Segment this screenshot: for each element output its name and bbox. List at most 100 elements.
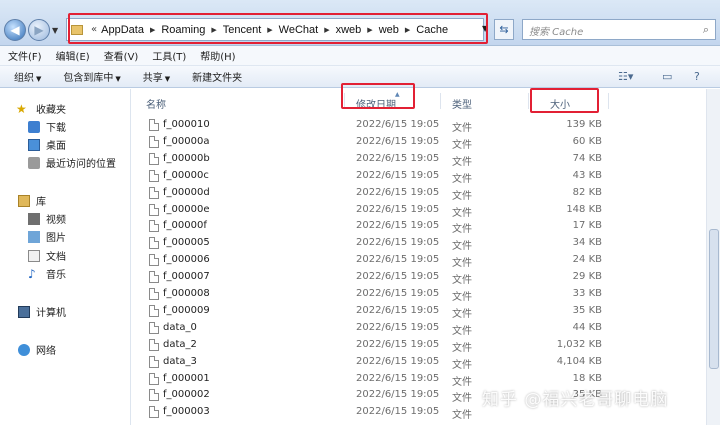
nav-item-label: 桌面 [46,141,66,152]
file-row[interactable]: f_000005 2022/6/15 19:05 文件 34 KB [132,235,720,252]
file-date: 2022/6/15 19:05 [356,152,440,164]
file-date: 2022/6/15 19:05 [356,406,440,418]
file-type: 文件 [452,275,472,287]
nav-item-recent[interactable]: 最近访问的位置 [28,155,116,170]
file-name: f_000007 [163,271,210,283]
file-row[interactable]: f_000009 2022/6/15 19:05 文件 35 KB [132,303,720,320]
file-row[interactable]: f_000006 2022/6/15 19:05 文件 24 KB [132,252,720,269]
nav-libraries-label: 库 [36,197,46,208]
file-icon [149,338,159,351]
nav-item-label: 图片 [46,233,66,244]
nav-network[interactable]: 网络 [18,342,56,357]
view-options-icon[interactable]: ☷▾ [618,70,633,83]
nav-item-downloads[interactable]: 下载 [28,119,66,134]
nav-item-videos[interactable]: 视频 [28,211,66,226]
vertical-scrollbar[interactable] [706,89,720,425]
nav-favorites-label: 收藏夹 [36,105,66,116]
forward-button[interactable]: ▶ [28,19,50,41]
nav-computer[interactable]: 计算机 [18,304,66,319]
file-type: 文件 [452,359,472,371]
column-divider[interactable] [528,93,529,109]
nav-item-documents[interactable]: 文档 [28,248,66,263]
file-name: f_000001 [163,372,210,384]
column-header-type[interactable]: 类型 [452,96,472,111]
file-size: 4,104 KB [556,355,602,367]
share-label: 共享 [142,73,163,84]
file-name: f_00000a [163,135,210,147]
column-divider[interactable] [608,93,609,109]
file-icon [149,119,159,131]
file-date: 2022/6/15 19:05 [356,372,440,384]
menu-edit[interactable]: 编辑(E) [56,48,90,63]
file-name: f_00000f [163,220,207,232]
file-icon [149,152,159,165]
network-icon [18,343,30,356]
file-name: f_00000e [163,203,210,215]
include-in-library-button[interactable]: 包含到库中 ▼ [63,69,120,84]
nav-libraries[interactable]: 库 [18,193,46,208]
back-button[interactable]: ◀ [4,19,26,41]
preview-pane-icon[interactable]: ▭ [662,70,672,83]
file-icon [149,271,159,284]
history-dropdown-icon[interactable]: ▼ [52,26,58,35]
menu-tools[interactable]: 工具(T) [152,48,186,63]
file-row[interactable]: f_00000e 2022/6/15 19:05 文件 148 KB [132,202,720,219]
nav-item-desktop[interactable]: 桌面 [28,137,66,152]
file-row[interactable]: f_00000c 2022/6/15 19:05 文件 43 KB [132,168,720,185]
nav-item-pictures[interactable]: 图片 [28,229,66,244]
watermark: 知乎 @福兴老哥聊电脑 [482,390,669,410]
file-type: 文件 [452,156,472,168]
column-header-name[interactable]: 名称 [146,96,166,111]
file-name: f_000009 [163,304,210,316]
search-input[interactable]: 搜索 Cache ⌕ [522,19,716,40]
file-row[interactable]: f_000008 2022/6/15 19:05 文件 33 KB [132,286,720,303]
file-icon [149,186,159,199]
file-size: 34 KB [572,237,602,249]
search-placeholder: 搜索 Cache [529,27,584,38]
file-size: 44 KB [572,321,602,333]
menu-view[interactable]: 查看(V) [104,48,139,63]
file-row[interactable]: f_000010 2022/6/15 19:05 文件 139 KB [132,117,720,134]
menu-help[interactable]: 帮助(H) [200,48,235,63]
navigation-pane: ★ 收藏夹 下载 桌面 最近访问的位置 库 视频 图片 文档 ♪ 音乐 计算机 … [0,89,131,425]
refresh-button[interactable]: ⇆ [494,19,514,40]
music-icon: ♪ [28,266,36,281]
file-size: 33 KB [572,288,602,299]
nav-favorites[interactable]: ★ 收藏夹 [16,101,66,117]
file-icon [149,237,159,250]
file-row[interactable]: f_00000a 2022/6/15 19:05 文件 60 KB [132,134,720,151]
file-size: 82 KB [572,186,602,198]
refresh-icon: ⇆ [499,23,509,36]
file-row[interactable]: data_3 2022/6/15 19:05 文件 4,104 KB [132,354,720,371]
file-icon [149,389,159,402]
file-row[interactable]: f_00000f 2022/6/15 19:05 文件 17 KB [132,218,720,235]
share-button[interactable]: 共享 ▼ [143,69,170,84]
nav-item-music[interactable]: ♪ 音乐 [28,266,66,282]
file-size: 29 KB [572,271,602,283]
file-icon [149,406,159,419]
recent-places-icon [28,156,40,169]
file-row[interactable]: f_00000d 2022/6/15 19:05 文件 82 KB [132,185,720,202]
file-row[interactable]: f_00000b 2022/6/15 19:05 文件 74 KB [132,151,720,168]
menu-bar: 文件(F) 编辑(E) 查看(V) 工具(T) 帮助(H) [0,46,720,66]
menu-file[interactable]: 文件(F) [8,48,42,63]
file-icon [149,169,159,182]
new-folder-button[interactable]: 新建文件夹 [192,69,242,84]
file-date: 2022/6/15 19:05 [356,338,440,350]
file-icon [149,203,159,216]
file-row[interactable]: f_000007 2022/6/15 19:05 文件 29 KB [132,269,720,286]
file-icon [149,288,159,300]
file-name: data_2 [163,338,197,350]
file-list: 名称 ▲ 修改日期 类型 大小 f_000010 2022/6/15 19:05 文… [132,89,720,425]
organize-button[interactable]: 组织 ▼ [14,69,41,84]
column-divider[interactable] [440,93,441,109]
nav-network-label: 网络 [36,346,56,357]
file-icon [149,372,159,385]
file-row[interactable]: data_2 2022/6/15 19:05 文件 1,032 KB [132,337,720,354]
library-icon [18,194,30,207]
help-icon[interactable]: ? [694,70,700,83]
back-arrow-icon: ◀ [10,23,20,37]
picture-icon [28,230,40,243]
scrollbar-thumb[interactable] [709,229,719,369]
file-row[interactable]: data_0 2022/6/15 19:05 文件 44 KB [132,320,720,337]
